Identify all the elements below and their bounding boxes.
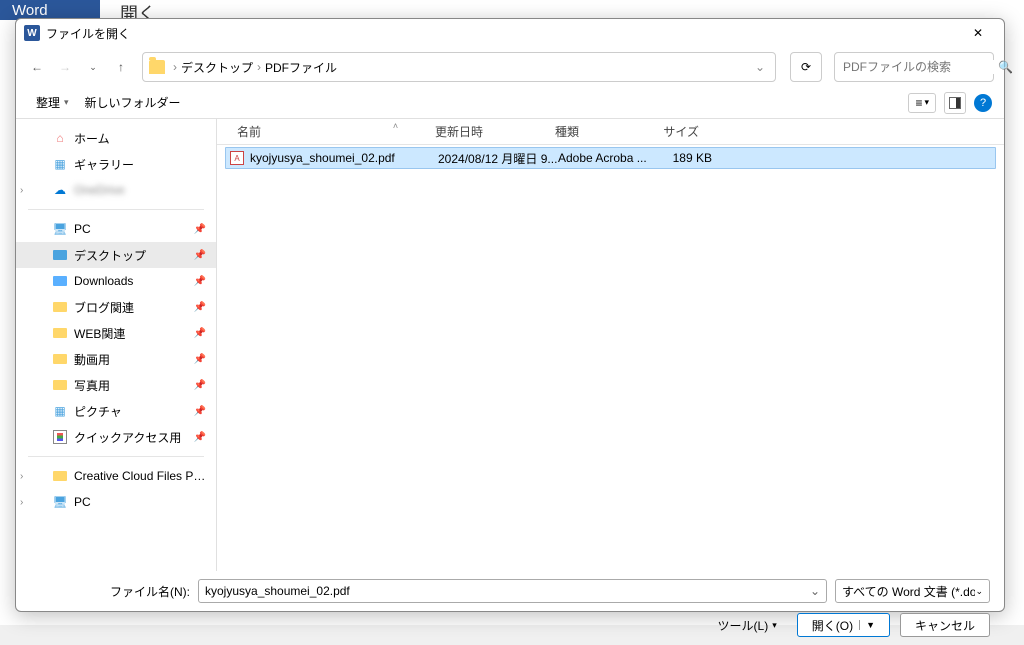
expand-icon[interactable]: ›	[20, 185, 23, 196]
breadcrumb-pdffolder[interactable]: PDFファイル	[265, 59, 337, 76]
folder-icon	[52, 299, 68, 315]
pin-icon: 📌	[194, 380, 206, 391]
file-row[interactable]: A kyojyusya_shoumei_02.pdf 2024/08/12 月曜…	[225, 147, 996, 169]
file-open-dialog: W ファイルを開く ✕ ← → ⌄ ↑ › デスクトップ › PDFファイル ⌄…	[15, 18, 1005, 612]
filename-input[interactable]	[205, 584, 810, 598]
preview-icon	[949, 97, 961, 109]
sidebar-item-photo[interactable]: 写真用 📌	[16, 372, 216, 398]
pin-icon: 📌	[194, 302, 206, 313]
quick-access-icon	[52, 429, 68, 445]
word-icon: W	[24, 25, 40, 41]
expand-icon[interactable]: ›	[20, 471, 23, 482]
tools-menu[interactable]: ツール(L)▾	[718, 617, 777, 634]
chevron-right-icon: ›	[173, 60, 177, 74]
column-date[interactable]: 更新日時	[427, 123, 547, 140]
sidebar-item-downloads[interactable]: Downloads 📌	[16, 268, 216, 294]
file-date: 2024/08/12 月曜日 9...	[438, 150, 558, 167]
chevron-right-icon: ›	[257, 60, 261, 74]
folder-icon	[52, 273, 68, 289]
column-size[interactable]: サイズ	[647, 123, 707, 140]
sidebar-item-video[interactable]: 動画用 📌	[16, 346, 216, 372]
home-icon: ⌂	[52, 130, 68, 146]
sort-indicator-icon: ˄	[393, 121, 398, 131]
search-icon: 🔍	[998, 60, 1013, 74]
search-input[interactable]	[843, 60, 998, 74]
refresh-button[interactable]: ⟳	[790, 52, 822, 82]
word-app-title: Word	[0, 0, 100, 20]
dialog-title: ファイルを開く	[46, 25, 960, 42]
sidebar-item-web[interactable]: WEB関連 📌	[16, 320, 216, 346]
address-dropdown[interactable]: ⌄	[751, 60, 769, 74]
sidebar-item-blog[interactable]: ブログ関連 📌	[16, 294, 216, 320]
forward-button[interactable]: →	[54, 56, 76, 78]
folder-icon	[52, 351, 68, 367]
list-view-icon: ≡	[915, 96, 922, 110]
pin-icon: 📌	[194, 354, 206, 365]
column-name[interactable]: 名前 ˄	[217, 123, 427, 140]
filename-dropdown[interactable]: ⌄	[810, 584, 820, 598]
open-split-dropdown[interactable]: ▼	[859, 620, 875, 630]
preview-pane-button[interactable]	[944, 92, 966, 114]
breadcrumb-desktop[interactable]: デスクトップ	[181, 59, 253, 76]
view-options[interactable]: ≡▾	[908, 93, 936, 113]
sidebar-item-gallery[interactable]: ▦ ギャラリー	[16, 151, 216, 177]
up-button[interactable]: ↑	[110, 56, 132, 78]
desktop-icon	[52, 247, 68, 263]
sidebar-item-pictures[interactable]: ▦ ピクチャ 📌	[16, 398, 216, 424]
back-button[interactable]: ←	[26, 56, 48, 78]
folder-icon	[52, 377, 68, 393]
sidebar-item-ccf[interactable]: › Creative Cloud Files Persona	[16, 463, 216, 489]
pin-icon: 📌	[194, 276, 206, 287]
address-bar[interactable]: › デスクトップ › PDFファイル ⌄	[142, 52, 776, 82]
folder-icon	[52, 325, 68, 341]
close-button[interactable]: ✕	[960, 19, 996, 47]
pictures-icon: ▦	[52, 403, 68, 419]
pin-icon: 📌	[194, 432, 206, 443]
folder-icon	[149, 60, 165, 74]
filename-label: ファイル名(N):	[30, 583, 190, 600]
pin-icon: 📌	[194, 250, 206, 261]
pc-icon: 🖥	[52, 494, 68, 510]
open-button[interactable]: 開く(O) ▼	[797, 613, 890, 637]
new-folder-button[interactable]: 新しいフォルダー	[77, 90, 189, 115]
organize-menu[interactable]: 整理▾	[28, 90, 77, 115]
file-type-filter[interactable]: すべての Word 文書 (*.docx;*.do ⌄	[835, 579, 990, 603]
pc-icon: 🖥	[52, 221, 68, 237]
cloud-icon: ☁	[52, 182, 68, 198]
sidebar-item-onedrive[interactable]: › ☁ OneDrive	[16, 177, 216, 203]
sidebar-item-desktop[interactable]: デスクトップ 📌	[16, 242, 216, 268]
file-type: Adobe Acroba ...	[558, 151, 658, 165]
navigation-sidebar: ⌂ ホーム ▦ ギャラリー › ☁ OneDrive 🖥 PC 📌 デスクトップ	[16, 119, 216, 571]
column-type[interactable]: 種類	[547, 123, 647, 140]
file-size: 189 KB	[658, 151, 716, 165]
help-button[interactable]: ?	[974, 94, 992, 112]
file-list-pane: 名前 ˄ 更新日時 種類 サイズ A kyojyusya_shoumei_02.…	[217, 119, 1004, 571]
folder-icon	[52, 468, 68, 484]
sidebar-item-quickaccess[interactable]: クイックアクセス用 📌	[16, 424, 216, 450]
filename-input-wrapper[interactable]: ⌄	[198, 579, 827, 603]
pin-icon: 📌	[194, 224, 206, 235]
gallery-icon: ▦	[52, 156, 68, 172]
sidebar-item-pc2[interactable]: › 🖥 PC	[16, 489, 216, 515]
pdf-icon: A	[230, 151, 244, 165]
cancel-button[interactable]: キャンセル	[900, 613, 990, 637]
sidebar-item-pc[interactable]: 🖥 PC 📌	[16, 216, 216, 242]
pin-icon: 📌	[194, 406, 206, 417]
expand-icon[interactable]: ›	[20, 497, 23, 508]
sidebar-item-home[interactable]: ⌂ ホーム	[16, 125, 216, 151]
pin-icon: 📌	[194, 328, 206, 339]
file-name: kyojyusya_shoumei_02.pdf	[250, 151, 438, 165]
recent-dropdown[interactable]: ⌄	[82, 56, 104, 78]
search-box[interactable]: 🔍	[834, 52, 994, 82]
